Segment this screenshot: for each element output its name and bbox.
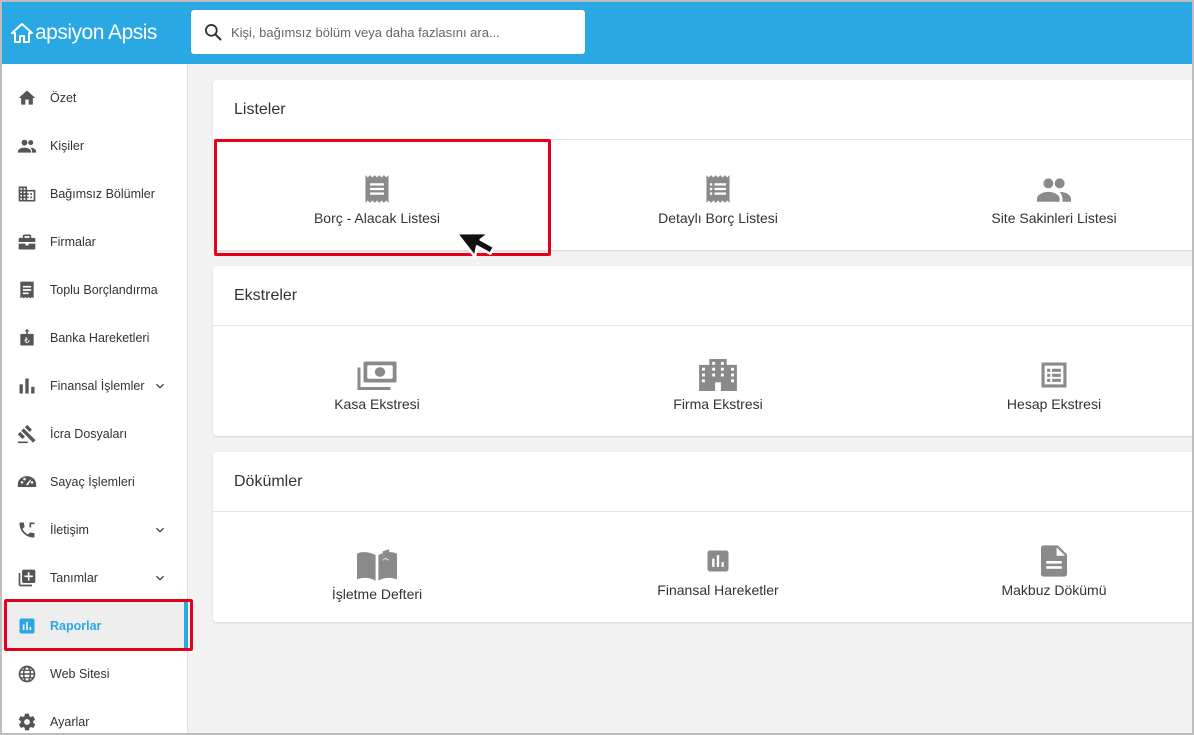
search-box[interactable] (191, 10, 585, 54)
chevron-down-icon[interactable] (152, 378, 168, 394)
tile-firma-ekstresi[interactable]: Firma Ekstresi (554, 326, 882, 436)
report-icon (16, 615, 38, 637)
section-ekstreler: Ekstreler Kasa Ekstresi Firma Ekstresi H… (213, 266, 1192, 436)
sidebar-item-label: Web Sitesi (50, 667, 110, 681)
open-book-icon (357, 548, 397, 582)
tile-label: Kasa Ekstresi (334, 396, 420, 412)
chart-box-icon (698, 544, 738, 578)
sidebar-item-label: Raporlar (50, 619, 102, 633)
sidebar-item-label: Bağımsız Bölümler (50, 187, 155, 201)
receipt-icon (16, 279, 38, 301)
chevron-down-icon[interactable] (152, 570, 168, 586)
meter-icon (16, 471, 38, 493)
tile-label: Hesap Ekstresi (1006, 396, 1102, 412)
sidebar-item-icra-dosyalari[interactable]: İcra Dosyaları (2, 410, 188, 458)
list-alt-icon (1034, 358, 1074, 392)
sidebar-item-ozet[interactable]: Özet (2, 74, 188, 122)
tile-hesap-ekstresi[interactable]: Hesap Ekstresi (890, 326, 1192, 436)
section-title: Listeler (213, 80, 1192, 140)
sidebar-item-label: Ayarlar (50, 715, 90, 729)
tile-borc-alacak-listesi[interactable]: Borç - Alacak Listesi (213, 140, 541, 250)
sidebar-item-label: Tanımlar (50, 571, 98, 585)
svg-text:₺: ₺ (24, 335, 30, 345)
globe-icon (16, 663, 38, 685)
bank-icon: ₺ (16, 327, 38, 349)
bar-chart-icon (16, 375, 38, 397)
people-icon (1034, 172, 1074, 206)
tile-label: İşletme Defteri (331, 586, 423, 602)
tile-label: Makbuz Dökümü (1001, 582, 1107, 598)
sidebar-item-tanimlar[interactable]: Tanımlar (2, 554, 188, 602)
search-icon (205, 24, 222, 41)
sidebar-item-label: Sayaç İşlemleri (50, 475, 135, 489)
sidebar-item-kisiler[interactable]: Kişiler (2, 122, 188, 170)
sidebar-item-web-sitesi[interactable]: Web Sitesi (2, 650, 188, 698)
document-icon (1034, 544, 1074, 578)
building-icon (16, 183, 38, 205)
sidebar-item-banka-hareketleri[interactable]: ₺ Banka Hareketleri (2, 314, 188, 362)
tile-detayli-borc-listesi[interactable]: Detaylı Borç Listesi (554, 140, 882, 250)
sidebar-item-label: İletişim (50, 523, 89, 537)
tile-label: Borç - Alacak Listesi (313, 210, 441, 226)
add-box-icon (16, 567, 38, 589)
tile-kasa-ekstresi[interactable]: Kasa Ekstresi (213, 326, 541, 436)
sidebar-item-label: Kişiler (50, 139, 85, 153)
sidebar-item-label: İcra Dosyaları (50, 427, 128, 441)
section-listeler: Listeler Borç - Alacak Listesi Detaylı B… (213, 80, 1192, 250)
receipt-list-icon (698, 172, 738, 206)
logo-text: apsiyon Apsis (35, 21, 157, 44)
sidebar: Özet Kişiler Bağımsız Bölümler Firmalar … (2, 64, 188, 733)
tile-label: Finansal Hareketler (657, 582, 779, 598)
tile-site-sakinleri-listesi[interactable]: Site Sakinleri Listesi (890, 140, 1192, 250)
sidebar-item-label: Özet (50, 91, 77, 105)
phone-icon (16, 519, 38, 541)
tile-isletme-defteri[interactable]: İşletme Defteri (213, 512, 541, 622)
sidebar-item-raporlar[interactable]: Raporlar (2, 602, 188, 650)
sidebar-item-label: Toplu Borçlandırma (50, 283, 158, 297)
sidebar-item-finansal-islemler[interactable]: Finansal İşlemler (2, 362, 188, 410)
sidebar-item-ayarlar[interactable]: Ayarlar (2, 698, 188, 733)
sidebar-item-iletisim[interactable]: İletişim (2, 506, 188, 554)
sidebar-item-sayac-islemleri[interactable]: Sayaç İşlemleri (2, 458, 188, 506)
tile-finansal-hareketler[interactable]: Finansal Hareketler (554, 512, 882, 622)
search-input[interactable] (231, 24, 585, 40)
tile-label: Site Sakinleri Listesi (991, 210, 1117, 226)
briefcase-icon (16, 231, 38, 253)
money-icon (357, 358, 397, 392)
home-icon (16, 87, 38, 109)
app-logo[interactable]: apsiyon Apsis (10, 18, 157, 48)
section-title: Ekstreler (213, 266, 1192, 326)
section-title: Dökümler (213, 452, 1192, 512)
tile-makbuz-dokumu[interactable]: Makbuz Dökümü (890, 512, 1192, 622)
top-bar: apsiyon Apsis (2, 2, 1192, 64)
gear-icon (16, 711, 38, 733)
tile-label: Firma Ekstresi (673, 396, 763, 412)
app-window: apsiyon Apsis Özet Kişiler Bağımsız Bölü… (0, 0, 1194, 735)
active-indicator (184, 602, 188, 650)
people-icon (16, 135, 38, 157)
section-dokumler: Dökümler İşletme Defteri Finansal Hareke… (213, 452, 1192, 622)
sidebar-item-toplu-borclandirma[interactable]: Toplu Borçlandırma (2, 266, 188, 314)
sidebar-item-firmalar[interactable]: Firmalar (2, 218, 188, 266)
sidebar-item-bagimsiz-bolumler[interactable]: Bağımsız Bölümler (2, 170, 188, 218)
office-building-icon (698, 358, 738, 392)
sidebar-item-label: Finansal İşlemler (50, 379, 145, 393)
tile-label: Detaylı Borç Listesi (658, 210, 778, 226)
sidebar-item-label: Banka Hareketleri (50, 331, 150, 345)
house-outline-icon (11, 23, 33, 43)
chevron-down-icon[interactable] (152, 522, 168, 538)
gavel-icon (16, 423, 38, 445)
receipt-list-icon (357, 172, 397, 206)
sidebar-item-label: Firmalar (50, 235, 96, 249)
